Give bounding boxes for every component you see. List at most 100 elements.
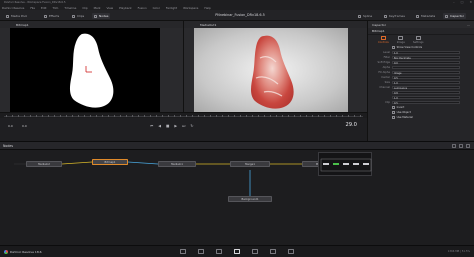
- node-graph[interactable]: MediaIn2 Bitmap1 MediaIn1 Merge1 MediaOu…: [0, 150, 474, 245]
- inspector-checkbox[interactable]: Show View Controls: [392, 46, 422, 49]
- maximize-button[interactable]: □: [461, 0, 464, 4]
- node-options-icon[interactable]: [466, 143, 470, 148]
- fit-icon[interactable]: [459, 143, 463, 148]
- end-time[interactable]: 29.0: [345, 122, 357, 128]
- tab-image[interactable]: Image: [397, 36, 405, 44]
- ruler-tick: [216, 115, 217, 117]
- top-toolbar: Media Pool Effects Clips Nodes PNnebinar…: [0, 10, 474, 21]
- node-merge1[interactable]: Merge1: [230, 161, 270, 167]
- current-time-left[interactable]: 0.0: [22, 124, 27, 128]
- edit-page-icon[interactable]: [216, 249, 222, 254]
- ruler-tick: [228, 115, 229, 117]
- go-to-end-icon[interactable]: ⏭: [182, 124, 185, 128]
- fusion-page-icon[interactable]: [234, 249, 240, 254]
- inspector-field[interactable]: 0.0: [392, 60, 460, 65]
- clips-button[interactable]: Clips: [70, 13, 86, 19]
- inspector-field[interactable]: Box Decimate: [392, 55, 460, 60]
- inspector-checkbox[interactable]: Invert: [392, 106, 404, 109]
- inspector-menu-icon[interactable]: ⋯: [467, 23, 470, 27]
- inspector-label: Inspector: [450, 14, 464, 18]
- media-pool-button[interactable]: Media Pool: [4, 13, 29, 19]
- menu-item[interactable]: Help: [204, 6, 210, 10]
- menu-item[interactable]: Mark: [94, 6, 101, 10]
- node-mediain1[interactable]: MediaIn1: [158, 161, 196, 167]
- inspector-field[interactable]: 1.0: [392, 95, 460, 100]
- menu-item[interactable]: Workspace: [183, 6, 198, 10]
- viewer-left[interactable]: [10, 28, 160, 112]
- metadata-label: Metadata: [421, 14, 436, 18]
- inspector-field[interactable]: 1.0: [392, 80, 460, 85]
- cut-page-icon[interactable]: [198, 249, 204, 254]
- keyframes-button[interactable]: Keyframes: [382, 13, 407, 19]
- node-mediain2[interactable]: MediaIn2: [26, 161, 62, 167]
- ruler-tick: [306, 115, 307, 117]
- inspector-field[interactable]: [392, 65, 460, 70]
- node-background1[interactable]: Background1: [228, 196, 272, 202]
- start-time[interactable]: 0.0: [8, 124, 13, 128]
- stop-icon[interactable]: ■: [166, 124, 169, 128]
- minimize-button[interactable]: –: [453, 0, 455, 4]
- inspector-field[interactable]: 1.0: [392, 50, 460, 55]
- media-page-icon[interactable]: [180, 249, 186, 254]
- image-icon: [398, 36, 404, 40]
- ruler-tick: [24, 115, 25, 117]
- inspector-row-label: Center: [381, 76, 390, 79]
- fairlight-page-icon[interactable]: [270, 249, 276, 254]
- viewer-left-gutter: [0, 28, 10, 112]
- ruler-tick: [258, 115, 259, 117]
- menu-item[interactable]: Playback: [119, 6, 131, 10]
- inspector-field[interactable]: Image: [392, 70, 460, 75]
- ruler-tick: [108, 115, 109, 117]
- metadata-icon: [416, 14, 419, 18]
- resolve-logo-icon: [4, 250, 8, 254]
- time-ruler[interactable]: [0, 113, 367, 118]
- viewer-right-header: MediaOut1: [183, 21, 367, 28]
- menu-item[interactable]: View: [107, 6, 114, 10]
- ruler-tick: [84, 115, 85, 117]
- viewer-right-side-gutter: [348, 28, 367, 112]
- menu-item[interactable]: Clip: [82, 6, 87, 10]
- node-bitmap1[interactable]: Bitmap1: [92, 159, 128, 165]
- close-button[interactable]: ✕: [469, 0, 472, 4]
- inspector-checkbox[interactable]: Use Material: [392, 116, 413, 119]
- menu-item[interactable]: Color: [153, 6, 160, 10]
- menu-item[interactable]: Timeline: [64, 6, 76, 10]
- viewer-right[interactable]: [194, 28, 348, 112]
- ruler-tick: [42, 115, 43, 117]
- status-bar: DaVinci Resolve 18.6 1366 MB | 51.5%: [0, 245, 474, 257]
- node-minimap[interactable]: [318, 152, 372, 176]
- inspector-checkbox[interactable]: Use Object: [392, 111, 411, 114]
- spline-label: Spline: [363, 14, 373, 18]
- menu-item[interactable]: File: [30, 6, 35, 10]
- inspector-field[interactable]: 0.5: [392, 75, 460, 80]
- menu-item[interactable]: Trim: [52, 6, 58, 10]
- color-page-icon[interactable]: [252, 249, 258, 254]
- deliver-page-icon[interactable]: [288, 249, 294, 254]
- menu-item[interactable]: DaVinci Resolve: [2, 6, 24, 10]
- inspector-field[interactable]: 0.5: [392, 100, 460, 105]
- tab-controls[interactable]: Controls: [378, 36, 389, 44]
- tab-settings[interactable]: Settings: [413, 36, 424, 44]
- inspector-field[interactable]: 0.8: [392, 90, 460, 95]
- inspector-button[interactable]: Inspector: [443, 13, 466, 19]
- loop-icon[interactable]: ↻: [190, 124, 193, 128]
- go-to-start-icon[interactable]: ⏮: [150, 124, 153, 128]
- play-reverse-icon[interactable]: ◀: [158, 124, 161, 128]
- ruler-tick: [318, 115, 319, 117]
- inspector-node-name[interactable]: Bitmap1: [368, 28, 474, 35]
- ruler-tick: [186, 115, 187, 117]
- metadata-button[interactable]: Metadata: [414, 13, 437, 19]
- menu-item[interactable]: Fairlight: [166, 6, 177, 10]
- controls-icon: [380, 36, 386, 40]
- menu-item[interactable]: Fusion: [138, 6, 147, 10]
- zoom-icon[interactable]: [452, 143, 456, 148]
- transport-row: 0.0 0.0 ⏮ ◀ ■ ▶ ⏭ ↻ 29.0: [0, 122, 367, 130]
- spline-button[interactable]: Spline: [356, 13, 374, 19]
- time-ruler-line: [4, 116, 363, 117]
- effects-button[interactable]: Effects: [42, 13, 61, 19]
- play-icon[interactable]: ▶: [174, 124, 177, 128]
- inspector-field[interactable]: Luminance: [392, 85, 460, 90]
- menu-item[interactable]: Edit: [41, 6, 46, 10]
- minimap-preview: [320, 158, 372, 172]
- nodes-button[interactable]: Nodes: [92, 13, 111, 19]
